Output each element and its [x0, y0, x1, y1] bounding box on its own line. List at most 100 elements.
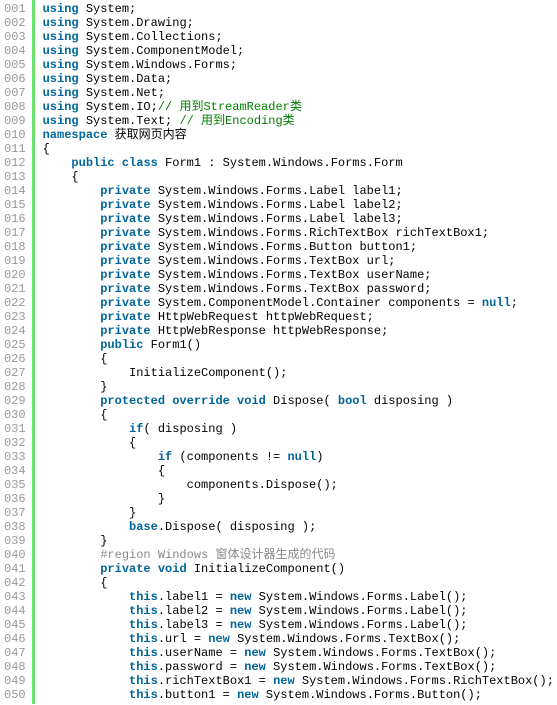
token-pl: Form1() [143, 338, 201, 352]
token-kw: namespace [43, 128, 108, 142]
token-kw: private [100, 324, 150, 338]
code-line: { [43, 408, 557, 422]
code-line: private System.Windows.Forms.Label label… [43, 184, 557, 198]
code-line: private System.Windows.Forms.TextBox url… [43, 254, 557, 268]
line-number: 027 [4, 366, 26, 380]
token-pl [43, 590, 129, 604]
token-pl [43, 226, 101, 240]
token-pl: System.IO; [79, 100, 158, 114]
code-line: #region Windows 窗体设计器生成的代码 [43, 548, 557, 562]
line-number: 002 [4, 16, 26, 30]
code-line: this.url = new System.Windows.Forms.Text… [43, 632, 557, 646]
token-cmt: // 用到Encoding类 [179, 114, 294, 128]
token-pl: System.Windows.Forms.TextBox userName; [151, 268, 432, 282]
line-number: 008 [4, 100, 26, 114]
token-pl: System.Windows.Forms.TextBox(); [230, 632, 460, 646]
token-kw: private [100, 212, 150, 226]
token-pl: System.ComponentModel; [79, 44, 245, 58]
token-kw: new [230, 590, 252, 604]
token-pl: System.Windows.Forms.Button(); [259, 688, 482, 702]
line-number: 013 [4, 170, 26, 184]
token-pl: System.Windows.Forms.Button button1; [151, 240, 417, 254]
token-pl: System; [79, 2, 137, 16]
token-pl: { [43, 170, 79, 184]
code-line: { [43, 352, 557, 366]
line-number: 046 [4, 632, 26, 646]
line-number: 004 [4, 44, 26, 58]
token-kw: using [43, 44, 79, 58]
token-pl [230, 394, 237, 408]
code-line: using System; [43, 2, 557, 16]
token-kw: using [43, 114, 79, 128]
code-line: private HttpWebResponse httpWebResponse; [43, 324, 557, 338]
code-line: base.Dispose( disposing ); [43, 520, 557, 534]
token-pl [43, 198, 101, 212]
line-number: 040 [4, 548, 26, 562]
line-number: 021 [4, 282, 26, 296]
token-pl: .label2 = [158, 604, 230, 618]
line-number: 014 [4, 184, 26, 198]
token-pl: System.Windows.Forms.TextBox(); [266, 646, 496, 660]
line-number: 035 [4, 478, 26, 492]
token-kw: private [100, 562, 150, 576]
token-kw: this [129, 688, 158, 702]
code-area[interactable]: using System;using System.Drawing;using … [35, 0, 557, 704]
token-pl: InitializeComponent() [187, 562, 345, 576]
token-pl [43, 184, 101, 198]
token-kw: private [100, 268, 150, 282]
line-number: 018 [4, 240, 26, 254]
code-line: public Form1() [43, 338, 557, 352]
token-pl: ; [511, 296, 518, 310]
code-line: } [43, 506, 557, 520]
token-kw: new [208, 632, 230, 646]
line-number: 003 [4, 30, 26, 44]
token-gr: #region Windows 窗体设计器生成的代码 [100, 548, 335, 562]
token-kw: override [172, 394, 230, 408]
token-kw: null [287, 450, 316, 464]
token-pl [43, 338, 101, 352]
token-kw: using [43, 86, 79, 100]
token-kw: void [237, 394, 266, 408]
token-kw: protected [100, 394, 165, 408]
token-pl [43, 254, 101, 268]
line-number: 020 [4, 268, 26, 282]
token-pl: System.Net; [79, 86, 165, 100]
line-number: 010 [4, 128, 26, 142]
line-number: 022 [4, 296, 26, 310]
code-viewer: 0010020030040050060070080090100110120130… [0, 0, 557, 704]
token-kw: new [230, 618, 252, 632]
code-line: { [43, 464, 557, 478]
token-pl: System.Data; [79, 72, 173, 86]
token-pl: System.Windows.Forms.Label label1; [151, 184, 403, 198]
code-line: using System.IO;// 用到StreamReader类 [43, 100, 557, 114]
line-number: 016 [4, 212, 26, 226]
code-line: this.userName = new System.Windows.Forms… [43, 646, 557, 660]
line-number: 038 [4, 520, 26, 534]
token-pl [43, 604, 129, 618]
token-kw: using [43, 2, 79, 16]
line-number: 006 [4, 72, 26, 86]
token-pl [43, 520, 129, 534]
token-pl [43, 422, 129, 436]
token-pl: Form1 : System.Windows.Forms.Form [158, 156, 403, 170]
code-line: using System.Data; [43, 72, 557, 86]
code-line: protected override void Dispose( bool di… [43, 394, 557, 408]
token-pl [43, 618, 129, 632]
token-pl [43, 562, 101, 576]
token-pl: 获取网页内容 [107, 128, 186, 142]
code-line: this.richTextBox1 = new System.Windows.F… [43, 674, 557, 688]
token-kw: new [273, 674, 295, 688]
code-line: using System.Collections; [43, 30, 557, 44]
token-pl: InitializeComponent(); [43, 366, 288, 380]
code-line: { [43, 170, 557, 184]
token-pl [43, 548, 101, 562]
token-kw: private [100, 296, 150, 310]
token-kw: null [482, 296, 511, 310]
token-pl: .Dispose( disposing ); [158, 520, 316, 534]
token-pl: HttpWebRequest httpWebRequest; [151, 310, 374, 324]
code-line: private System.ComponentModel.Container … [43, 296, 557, 310]
token-kw: this [129, 618, 158, 632]
line-number: 015 [4, 198, 26, 212]
code-line: this.label1 = new System.Windows.Forms.L… [43, 590, 557, 604]
line-number: 032 [4, 436, 26, 450]
